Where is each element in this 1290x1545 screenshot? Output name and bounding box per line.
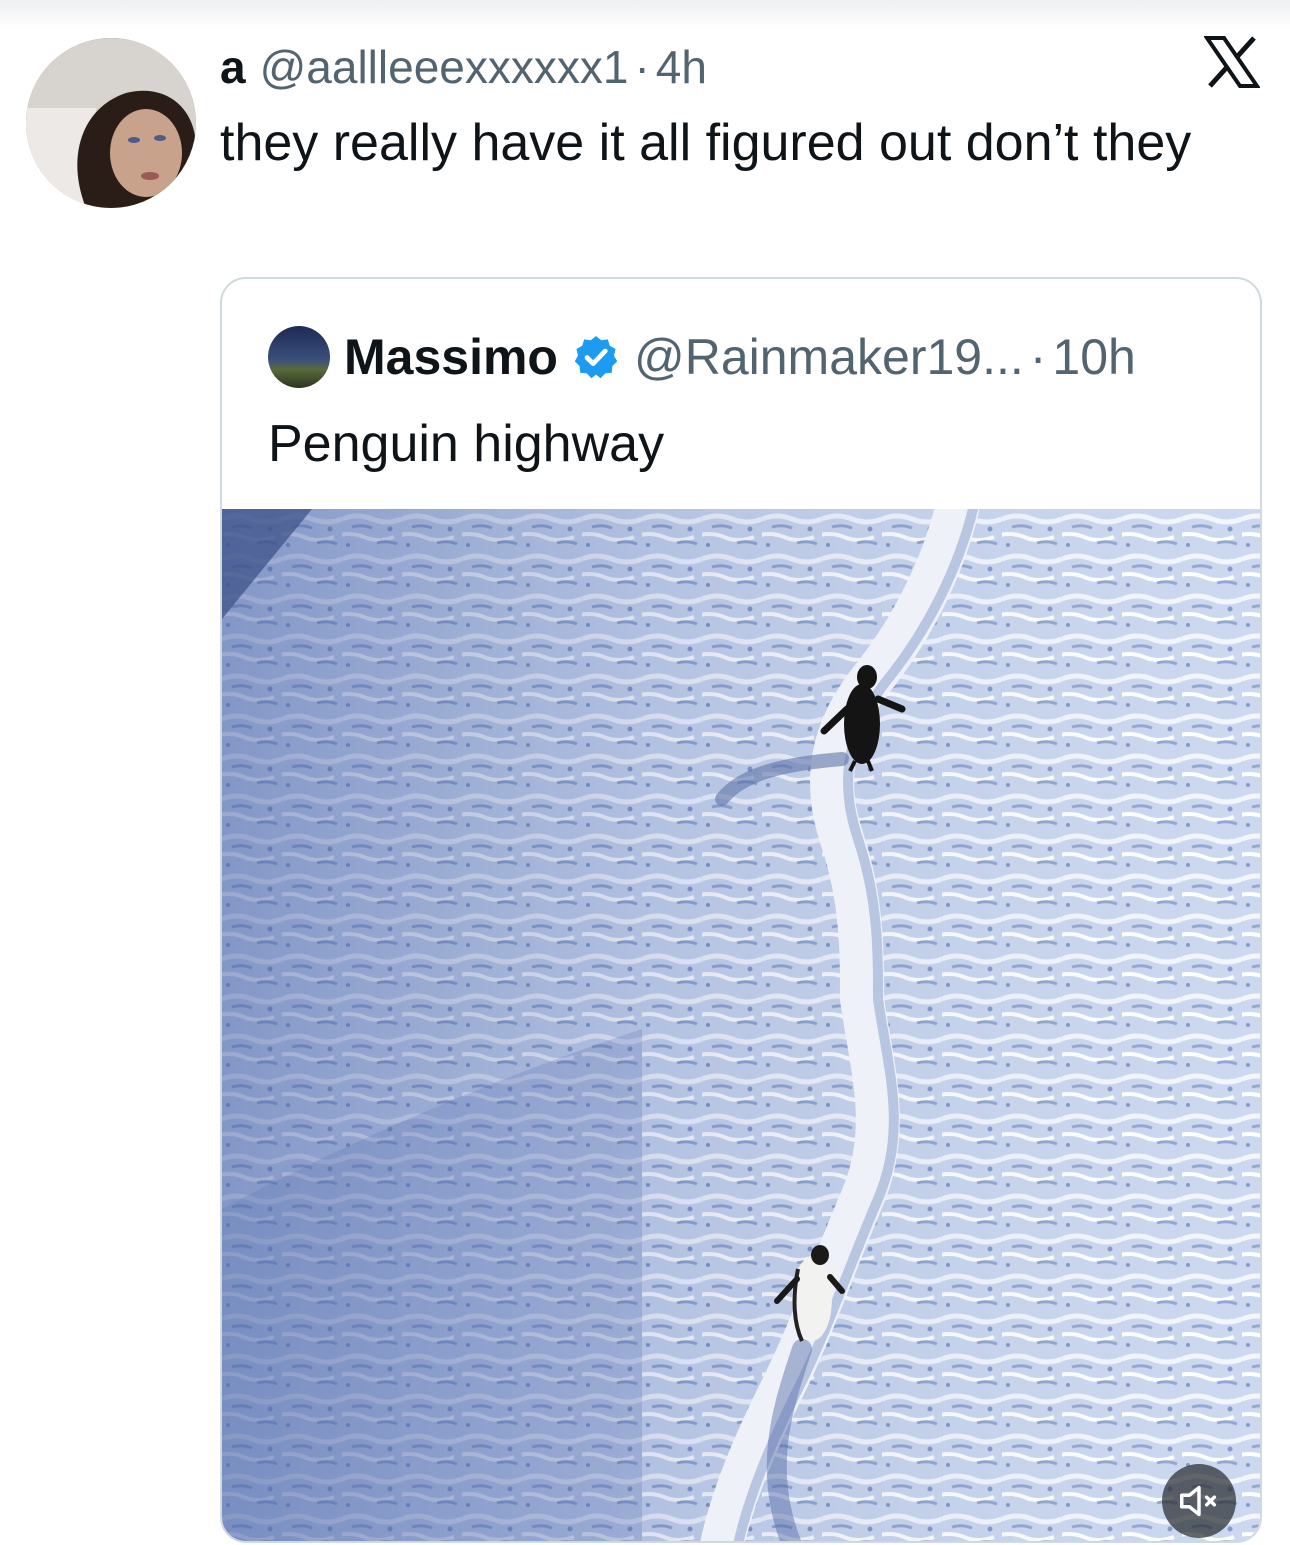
author-name[interactable]: a <box>220 40 246 94</box>
author-handle[interactable]: @aallleeexxxxxx1 <box>260 40 629 94</box>
post-time[interactable]: 4h <box>656 40 707 94</box>
quoted-post-time[interactable]: 10h <box>1052 328 1135 386</box>
verified-badge-icon <box>574 336 618 379</box>
quoted-tweet[interactable]: Massimo @Rainmaker19... · 10h Penguin hi… <box>220 277 1262 1543</box>
mute-button[interactable] <box>1162 1464 1236 1538</box>
quoted-separator-dot: · <box>1029 329 1047 385</box>
video-media[interactable] <box>222 509 1260 1541</box>
quoted-author-name[interactable]: Massimo <box>344 328 558 386</box>
penguin-video-frame <box>222 509 1260 1541</box>
speaker-muted-icon <box>1180 1485 1217 1517</box>
tweet-text: they really have it all figured out don’… <box>220 114 1192 172</box>
quoted-avatar[interactable] <box>268 326 330 388</box>
quoted-tweet-text: Penguin highway <box>268 415 665 473</box>
separator-dot: · <box>634 41 650 93</box>
x-logo-icon[interactable] <box>1204 36 1260 88</box>
tweet-header: a @aallleeexxxxxx1 · 4h <box>220 40 707 94</box>
quoted-author-handle[interactable]: @Rainmaker19... <box>634 328 1024 386</box>
quoted-tweet-header: Massimo @Rainmaker19... · 10h <box>268 326 1136 388</box>
avatar[interactable] <box>26 38 196 208</box>
top-fade <box>0 0 1290 30</box>
